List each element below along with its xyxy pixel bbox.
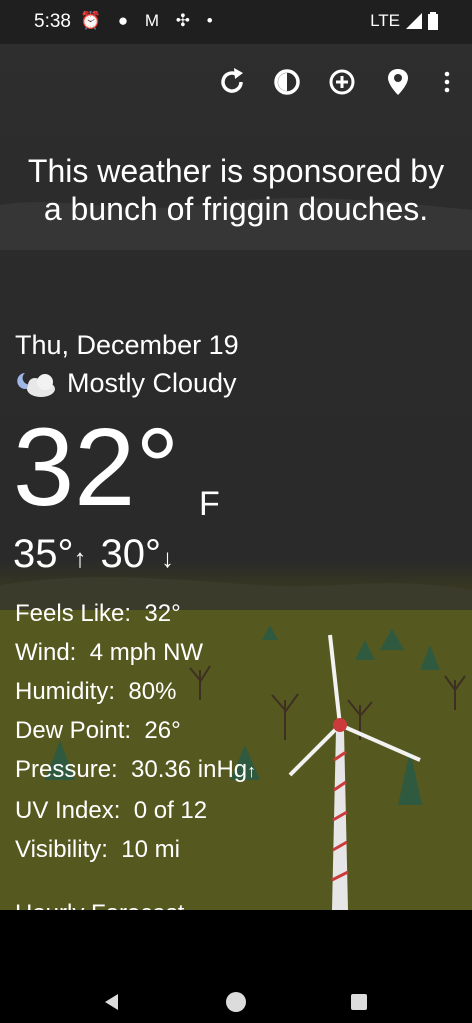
detail-label: Dew Point:: [15, 717, 132, 744]
detail-feels-like: Feels Like: 32°: [15, 594, 256, 633]
detail-label: Visibility:: [15, 836, 108, 863]
theme-icon[interactable]: [267, 62, 307, 102]
detail-uv-index: UV Index: 0 of 12: [15, 791, 256, 830]
high-value: 35°: [13, 532, 74, 576]
location-pin-icon[interactable]: [378, 62, 418, 102]
detail-label: Feels Like:: [15, 600, 132, 627]
details-list: Feels Like: 32° Wind: 4 mph NW Humidity:…: [15, 594, 256, 869]
sponsor-message: This weather is sponsored by a bunch of …: [27, 153, 445, 227]
current-date: Thu, December 19: [15, 330, 239, 360]
overflow-menu-icon[interactable]: [427, 62, 467, 102]
status-bar: 5:38 ⏰ ● M ✣ • LTE: [0, 0, 472, 44]
detail-value: 80%: [128, 678, 177, 705]
temperature-unit: F: [199, 485, 220, 523]
current-temperature: 32°: [13, 406, 180, 529]
condition-row: Mostly Cloudy: [15, 368, 237, 399]
detail-label: Wind:: [15, 639, 77, 666]
detail-label: Pressure:: [15, 756, 118, 783]
status-right: LTE: [370, 11, 438, 31]
partly-cloudy-night-icon: [17, 372, 55, 397]
low-temp: 30°↓: [101, 532, 175, 577]
pressure-trend-icon: ↑: [247, 761, 257, 781]
arrow-up-icon: ↑: [73, 543, 87, 573]
detail-label: Humidity:: [15, 678, 116, 705]
detail-visibility: Visibility: 10 mi: [15, 830, 256, 869]
hourly-forecast-heading: Hourly Forecast: [15, 900, 184, 910]
detail-humidity: Humidity: 80%: [15, 672, 256, 711]
detail-value: 4 mph NW: [89, 639, 204, 666]
detail-value: 30.36 inHg: [131, 756, 248, 783]
condition-label: Mostly Cloudy: [67, 368, 237, 398]
detail-value: 32°: [144, 600, 181, 627]
home-icon[interactable]: [216, 982, 256, 1022]
battery-icon: [428, 12, 438, 30]
network-label: LTE: [370, 11, 400, 30]
detail-label: UV Index:: [15, 797, 121, 824]
high-low: 35°↑ 30°↓: [13, 532, 174, 577]
navigation-bar: [0, 910, 472, 1023]
low-value: 30°: [100, 532, 162, 576]
recents-icon[interactable]: [339, 982, 379, 1022]
add-location-icon[interactable]: [322, 62, 362, 102]
arrow-down-icon: ↓: [161, 543, 174, 573]
refresh-icon[interactable]: [212, 62, 252, 102]
detail-value: 0 of 12: [133, 797, 208, 824]
back-icon[interactable]: [92, 982, 132, 1022]
detail-dew-point: Dew Point: 26°: [15, 711, 256, 750]
toolbar: [0, 62, 472, 102]
status-time: 5:38: [34, 11, 71, 32]
detail-value: 10 mi: [121, 836, 180, 863]
detail-value: 26°: [144, 717, 181, 744]
detail-wind: Wind: 4 mph NW: [15, 633, 256, 672]
notification-icons: ⏰ ● M ✣ •: [80, 11, 219, 30]
weather-screen: 5:38 ⏰ ● M ✣ • LTE This weather is spons…: [0, 0, 472, 1023]
signal-icon: [406, 13, 422, 29]
high-temp: 35°↑: [13, 532, 87, 577]
detail-pressure: Pressure: 30.36 inHg↑: [15, 750, 256, 791]
